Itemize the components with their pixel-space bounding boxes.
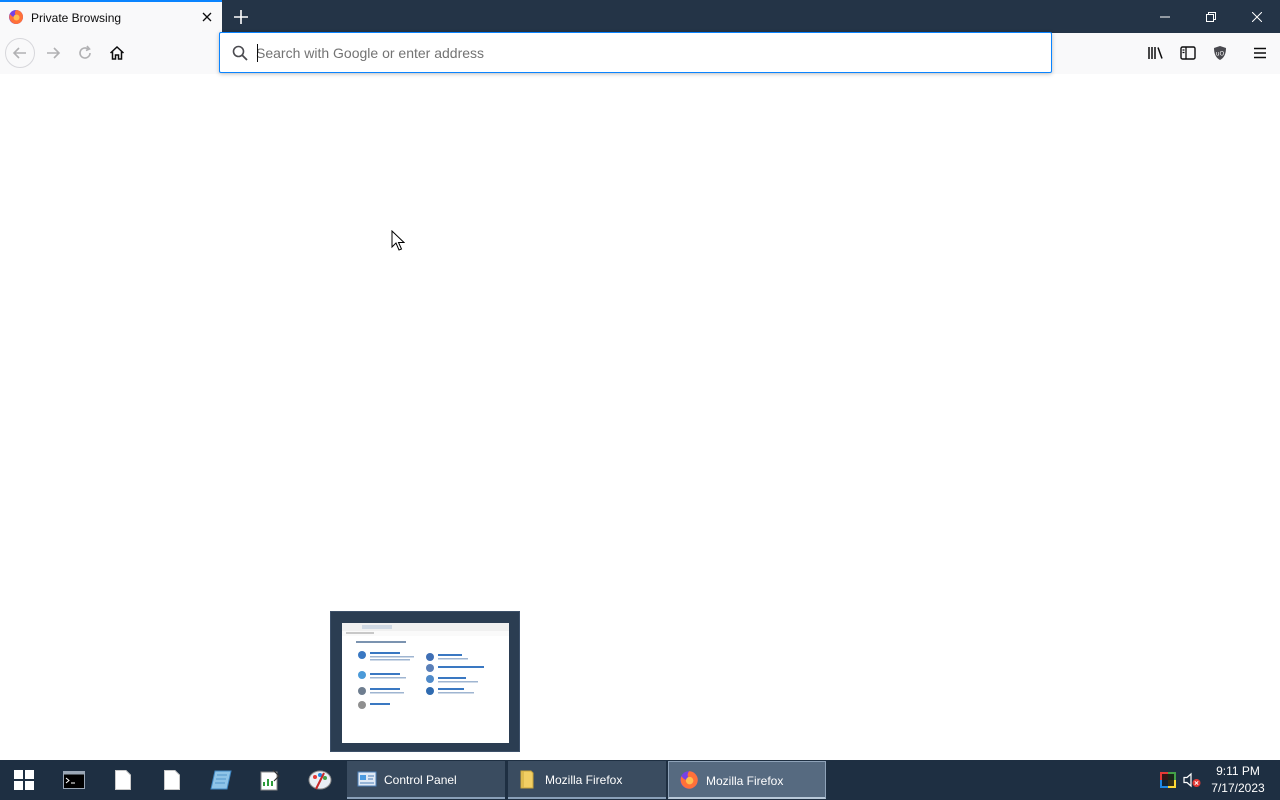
volume-muted-icon (1183, 772, 1201, 788)
minimize-button[interactable] (1142, 0, 1188, 33)
shield-icon: uO (1214, 46, 1226, 60)
start-button[interactable] (0, 760, 48, 800)
forward-button[interactable] (38, 38, 68, 68)
library-button[interactable] (1141, 38, 1171, 68)
close-tab-icon[interactable] (198, 8, 216, 26)
plus-icon (234, 10, 248, 24)
thumbnail-screenshot (342, 623, 509, 743)
paint-icon (308, 770, 332, 790)
text-caret (257, 44, 258, 62)
reload-button[interactable] (70, 38, 100, 68)
windows-logo-icon (14, 770, 34, 790)
home-button[interactable] (102, 38, 132, 68)
search-icon (232, 45, 248, 61)
task-control-panel[interactable]: Control Panel (347, 761, 505, 799)
restore-icon (1206, 11, 1216, 22)
back-arrow-icon (12, 47, 26, 59)
paint-taskbar-button[interactable] (296, 760, 344, 800)
document-taskbar-button-2[interactable] (148, 760, 196, 800)
close-icon (1252, 11, 1262, 22)
svg-text:uO: uO (1216, 51, 1225, 58)
minimize-icon (1160, 16, 1170, 17)
spreadsheet-editor-taskbar-button[interactable] (246, 760, 294, 800)
notebook-icon (210, 770, 232, 790)
task-label: Mozilla Firefox (706, 774, 784, 788)
hamburger-menu-icon (1254, 47, 1266, 59)
page-content (0, 74, 1280, 760)
search-input[interactable] (256, 44, 1016, 62)
close-window-button[interactable] (1234, 0, 1280, 33)
address-bar[interactable] (219, 32, 1052, 73)
back-button[interactable] (5, 38, 35, 68)
color-tray-button[interactable] (1158, 760, 1178, 800)
notebook-taskbar-button[interactable] (197, 760, 245, 800)
taskbar: Control Panel Mozilla Firefox Mozilla Fi… (0, 760, 1280, 800)
task-mozilla-firefox-folder[interactable]: Mozilla Firefox (508, 761, 666, 799)
reload-icon (79, 45, 91, 59)
tab-private-browsing[interactable]: Private Browsing (0, 0, 222, 33)
ublock-extension-button[interactable]: uO (1205, 38, 1235, 68)
firefox-icon (8, 9, 24, 25)
volume-tray-button[interactable] (1181, 760, 1203, 800)
folder-icon (518, 769, 538, 789)
firefox-icon (679, 770, 699, 790)
library-icon (1148, 47, 1163, 59)
clock-time: 9:11 PM (1216, 764, 1260, 778)
task-label: Mozilla Firefox (545, 773, 623, 787)
menu-button[interactable] (1245, 38, 1275, 68)
tab-strip: Private Browsing (0, 0, 1280, 33)
document-icon (164, 770, 180, 790)
document-taskbar-button[interactable] (99, 760, 147, 800)
forward-arrow-icon (47, 47, 61, 59)
sidebar-icon (1180, 46, 1196, 60)
task-label: Control Panel (384, 773, 457, 787)
terminal-icon (63, 771, 85, 789)
home-icon (109, 45, 125, 60)
mouse-pointer-icon (391, 229, 406, 257)
system-clock[interactable]: 9:11 PM 7/17/2023 (1202, 763, 1274, 797)
tab-title: Private Browsing (31, 11, 122, 25)
document-icon (115, 770, 131, 790)
control-panel-thumbnail-preview[interactable] (330, 611, 520, 752)
sidebar-button[interactable] (1173, 38, 1203, 68)
terminal-taskbar-button[interactable] (50, 760, 98, 800)
spreadsheet-editor-icon (260, 769, 280, 791)
restore-button[interactable] (1188, 0, 1234, 33)
color-palette-icon (1160, 772, 1176, 788)
task-mozilla-firefox[interactable]: Mozilla Firefox (668, 761, 826, 799)
clock-date: 7/17/2023 (1211, 781, 1265, 795)
control-panel-icon (357, 769, 377, 789)
new-tab-button[interactable] (228, 4, 254, 30)
